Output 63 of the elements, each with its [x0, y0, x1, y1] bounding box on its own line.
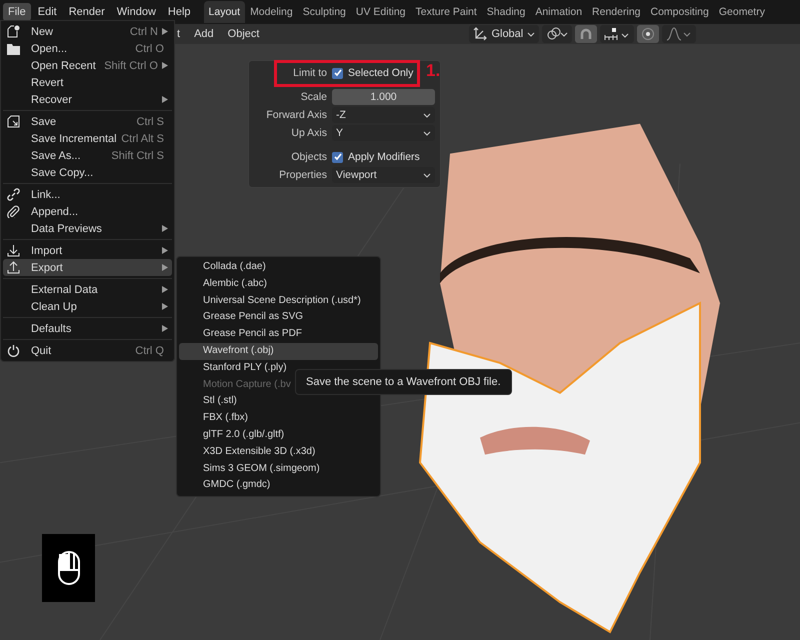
workspace-tab[interactable]: Rendering	[587, 1, 646, 23]
menu-entry[interactable]: Open Recent Shift Ctrl O	[3, 57, 172, 74]
menu-entry[interactable]: Clean Up	[3, 298, 172, 315]
menu-entry[interactable]: Stl (.stl)	[179, 393, 378, 410]
workspace-tab[interactable]: UV Editing	[350, 1, 410, 23]
option-label: Scale	[300, 91, 327, 103]
option-label: Objects	[290, 151, 327, 163]
header-menu-item[interactable]: Object	[222, 26, 264, 42]
menu-entry[interactable]: External Data	[3, 281, 172, 298]
workspace-tab[interactable]: Shading	[482, 1, 530, 23]
menu-item[interactable]: Render	[64, 3, 110, 21]
option-label: Up Axis	[290, 127, 327, 139]
menu-entry[interactable]: FBX (.fbx)	[179, 410, 378, 427]
menu-entry[interactable]: Universal Scene Description (.usd*)	[179, 292, 378, 310]
menu-entry[interactable]: glTF 2.0 (.glb/.gltf)	[179, 426, 378, 444]
checkbox-label[interactable]: Selected Only	[348, 67, 414, 79]
orientation-dropdown[interactable]: Global	[469, 25, 540, 43]
menu-entry[interactable]: Collada (.dae)	[179, 259, 378, 276]
menu-entry[interactable]: GMDC (.gmdc)	[179, 477, 378, 494]
menu-entry[interactable]: Save Copy...	[3, 164, 172, 181]
header-menu-item[interactable]: Add	[189, 26, 219, 42]
menu-entry[interactable]: Save Ctrl S	[3, 113, 172, 130]
dropdown[interactable]: Y	[332, 125, 435, 141]
menu-item[interactable]: File	[3, 3, 31, 21]
menu-entry[interactable]: Sims 3 GEOM (.simgeom)	[179, 460, 378, 478]
menu-item[interactable]: Window	[112, 3, 161, 21]
header-menu-item[interactable]: t	[172, 26, 186, 42]
menu-entry[interactable]: Save Incremental Ctrl Alt S	[3, 130, 172, 147]
workspace-tab[interactable]: Sculpting	[298, 1, 351, 23]
workspace-tab[interactable]: Modeling	[245, 1, 298, 23]
menu-entry[interactable]: Recover	[3, 91, 172, 108]
workspace-tab[interactable]: Compositing	[646, 1, 714, 23]
menu-entry[interactable]: Export	[3, 259, 172, 276]
workspace-tab[interactable]: Animation	[530, 1, 588, 23]
menu-entry[interactable]: Link...	[3, 186, 172, 203]
menu-entry[interactable]: Save As... Shift Ctrl S	[3, 147, 172, 164]
option-label: Limit to	[292, 67, 327, 79]
menu-entry[interactable]: Wavefront (.obj)	[179, 342, 378, 360]
menu-item[interactable]: Help	[162, 3, 196, 21]
menu-entry[interactable]: New Ctrl N	[3, 23, 172, 40]
menu-entry[interactable]: X3D Extensible 3D (.x3d)	[179, 444, 378, 461]
menu-entry[interactable]: Grease Pencil as SVG	[179, 309, 378, 326]
dropdown[interactable]: -Z	[332, 107, 435, 123]
workspace-tab[interactable]: Texture Paint	[410, 1, 482, 23]
menu-entry[interactable]: Grease Pencil as PDF	[179, 326, 378, 343]
menu-entry[interactable]: Import	[3, 242, 172, 259]
menu-entry[interactable]: Revert	[3, 74, 172, 91]
tooltip: Save the scene to a Wavefront OBJ file.	[295, 369, 512, 395]
step-number: 1.	[426, 61, 440, 81]
option-label: Forward Axis	[265, 109, 327, 121]
menu-item[interactable]: Edit	[32, 3, 62, 21]
workspace-tab[interactable]: Layout	[204, 1, 246, 23]
menu-entry[interactable]: Alembic (.abc)	[179, 276, 378, 293]
menu-entry[interactable]: Open... Ctrl O	[3, 40, 172, 57]
menu-entry[interactable]: Quit Ctrl Q	[3, 342, 172, 359]
dropdown[interactable]: Viewport	[332, 167, 435, 183]
checkbox-label[interactable]: Apply Modifiers	[348, 151, 420, 163]
menu-entry[interactable]: Defaults	[3, 320, 172, 337]
menu-entry[interactable]: Append...	[3, 203, 172, 220]
menu-entry[interactable]: Data Previews	[3, 220, 172, 237]
option-label: Properties	[278, 169, 327, 181]
scale-field[interactable]: 1.000	[332, 89, 435, 105]
workspace-tab[interactable]: Geometry	[714, 1, 770, 23]
